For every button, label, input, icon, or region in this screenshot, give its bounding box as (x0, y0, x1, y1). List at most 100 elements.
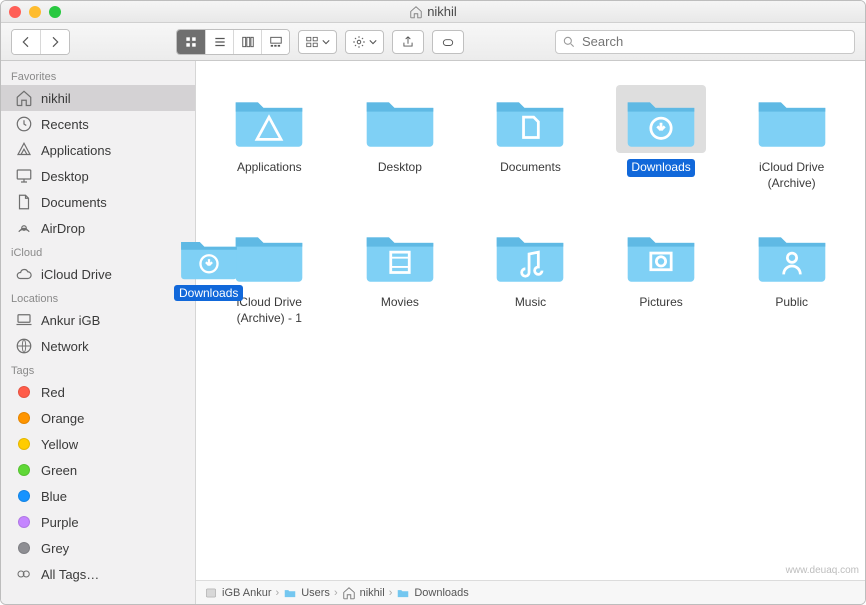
folder-label: iCloud Drive (Archive) - 1 (212, 294, 327, 327)
tag-dot-icon (15, 487, 33, 505)
folder-label: Desktop (374, 159, 426, 177)
path-segment-nikhil[interactable]: nikhil (342, 586, 385, 600)
sidebar-item-label: nikhil (41, 91, 71, 106)
path-separator-icon: › (276, 587, 280, 599)
path-segment-label: Users (301, 587, 330, 599)
folder-label: Applications (233, 159, 306, 177)
tag-dot-icon (15, 513, 33, 531)
path-segment-label: iGB Ankur (222, 587, 272, 599)
search-field[interactable] (555, 30, 855, 54)
sidebar-item-icloud-drive[interactable]: iCloud Drive (1, 261, 195, 287)
alltags-icon (15, 565, 33, 583)
sidebar-item-grey[interactable]: Grey (1, 535, 195, 561)
group-by-button[interactable] (298, 30, 337, 54)
path-segment-igb-ankur[interactable]: iGB Ankur (204, 586, 272, 600)
sidebar-heading: iCloud (1, 241, 195, 261)
tag-dot-icon (15, 435, 33, 453)
sidebar-heading: Tags (1, 359, 195, 379)
sidebar-item-desktop[interactable]: Desktop (1, 163, 195, 189)
folder-label: Public (771, 294, 812, 312)
folder-label: Music (511, 294, 550, 312)
sidebar-item-red[interactable]: Red (1, 379, 195, 405)
folder-icon (224, 220, 314, 288)
path-segment-users[interactable]: Users (283, 586, 330, 600)
action-menu-button[interactable] (345, 30, 384, 54)
nav-buttons (11, 29, 70, 55)
folder-music[interactable]: Music (481, 216, 579, 331)
sidebar-item-label: Desktop (41, 169, 89, 184)
sidebar-item-documents[interactable]: Documents (1, 189, 195, 215)
sidebar-item-recents[interactable]: Recents (1, 111, 195, 137)
folder-applications[interactable]: Applications (220, 81, 318, 196)
back-button[interactable] (12, 30, 40, 54)
folder-icon (485, 85, 575, 153)
folder-pictures[interactable]: Pictures (612, 216, 710, 331)
sidebar-item-label: All Tags… (41, 567, 99, 582)
airdrop-icon (15, 219, 33, 237)
sidebar-item-label: Recents (41, 117, 89, 132)
app-icon (15, 141, 33, 159)
list-view-button[interactable] (205, 30, 233, 54)
sidebar-item-label: Applications (41, 143, 111, 158)
path-separator-icon: › (334, 587, 338, 599)
sidebar-item-label: Ankur iGB (41, 313, 100, 328)
sidebar-item-label: Documents (41, 195, 107, 210)
clock-icon (15, 115, 33, 133)
folder-icloud-drive-archive-[interactable]: iCloud Drive (Archive) (730, 81, 853, 196)
folder-icon (355, 85, 445, 153)
network-icon (15, 337, 33, 355)
sidebar-item-network[interactable]: Network (1, 333, 195, 359)
folder-public[interactable]: Public (743, 216, 841, 331)
folder-icon (355, 220, 445, 288)
sidebar-item-label: iCloud Drive (41, 267, 112, 282)
sidebar-item-all-tags-[interactable]: All Tags… (1, 561, 195, 587)
folder-downloads[interactable]: Downloads (612, 81, 710, 196)
folder-label: iCloud Drive (Archive) (734, 159, 849, 192)
path-segment-downloads[interactable]: Downloads (396, 586, 468, 600)
sidebar-item-orange[interactable]: Orange (1, 405, 195, 431)
sidebar-item-label: Grey (41, 541, 69, 556)
folder-label: Pictures (635, 294, 686, 312)
laptop-icon (15, 311, 33, 329)
sidebar-item-airdrop[interactable]: AirDrop (1, 215, 195, 241)
window-title: nikhil (1, 4, 865, 19)
sidebar-item-green[interactable]: Green (1, 457, 195, 483)
folder-desktop[interactable]: Desktop (351, 81, 449, 196)
search-icon (562, 35, 576, 49)
edit-tags-button[interactable] (432, 30, 464, 54)
view-switch (176, 29, 290, 55)
doc-icon (15, 193, 33, 211)
folder-movies[interactable]: Movies (351, 216, 449, 331)
sidebar-item-yellow[interactable]: Yellow (1, 431, 195, 457)
share-button[interactable] (392, 30, 424, 54)
sidebar-heading: Locations (1, 287, 195, 307)
desktop-icon (15, 167, 33, 185)
forward-button[interactable] (40, 30, 69, 54)
folder-icon (616, 220, 706, 288)
sidebar-item-label: Yellow (41, 437, 78, 452)
sidebar-item-label: Purple (41, 515, 79, 530)
sidebar-item-applications[interactable]: Applications (1, 137, 195, 163)
sidebar-item-ankur-igb[interactable]: Ankur iGB (1, 307, 195, 333)
tag-dot-icon (15, 409, 33, 427)
tag-dot-icon (15, 461, 33, 479)
sidebar-item-nikhil[interactable]: nikhil (1, 85, 195, 111)
gallery-view-button[interactable] (261, 30, 289, 54)
sidebar-item-label: Blue (41, 489, 67, 504)
folder-icon (224, 85, 314, 153)
folder-icloud-drive-archive-1[interactable]: iCloud Drive (Archive) - 1 (208, 216, 331, 331)
folder-label: Downloads (627, 159, 694, 177)
search-input[interactable] (582, 34, 848, 49)
folder-icon (616, 85, 706, 153)
column-view-button[interactable] (233, 30, 261, 54)
sidebar-item-label: Green (41, 463, 77, 478)
home-icon (15, 89, 33, 107)
sidebar-item-label: Red (41, 385, 65, 400)
icon-view-button[interactable] (177, 30, 205, 54)
sidebar-item-blue[interactable]: Blue (1, 483, 195, 509)
path-separator-icon: › (389, 587, 393, 599)
sidebar-item-purple[interactable]: Purple (1, 509, 195, 535)
folder-icon (747, 220, 837, 288)
folder-documents[interactable]: Documents (481, 81, 579, 196)
path-segment-label: Downloads (414, 587, 468, 599)
